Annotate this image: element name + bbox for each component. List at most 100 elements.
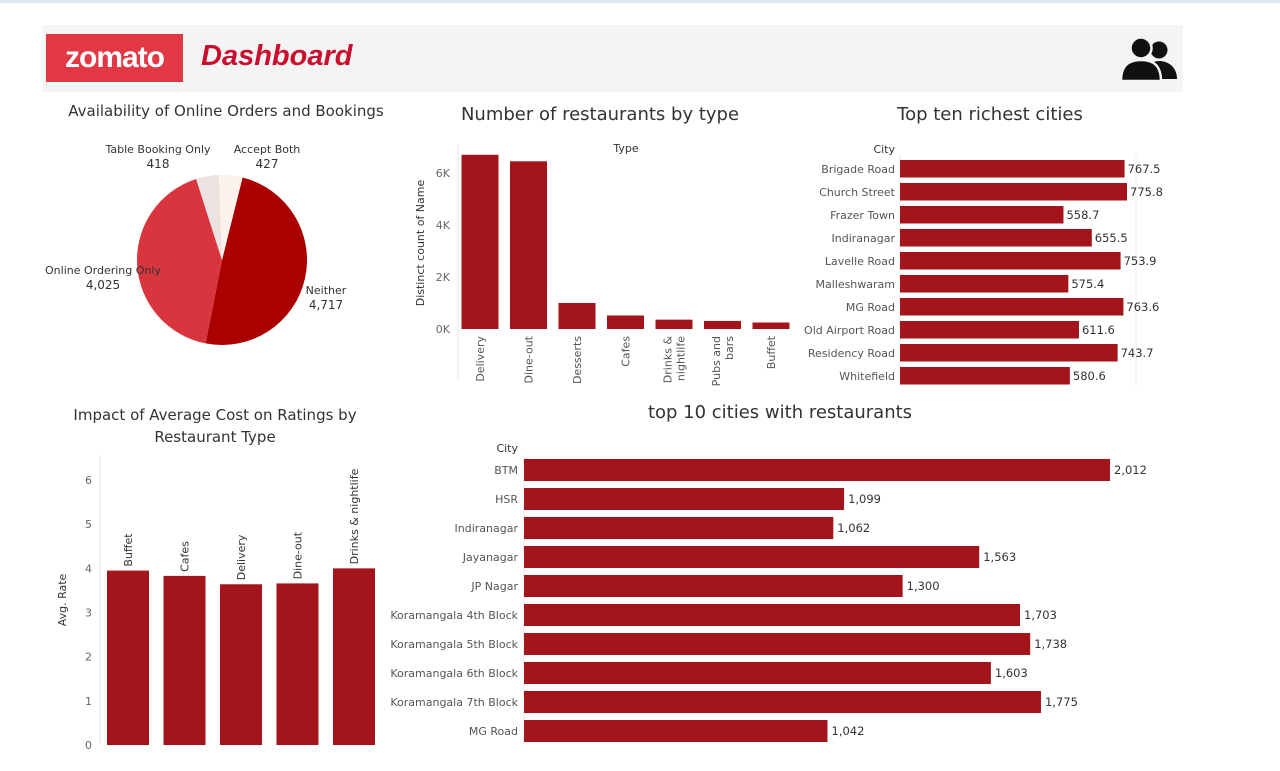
value-label: 1,563 [983, 550, 1016, 564]
bar [524, 488, 845, 510]
x-axis-label: Type [612, 142, 638, 155]
x-tick-label: Dine-out [523, 335, 536, 383]
bar [524, 633, 1031, 655]
category-label: BTM [494, 464, 518, 477]
category-label: MG Road [846, 301, 895, 314]
bar [276, 583, 319, 745]
top-cities-chart: City BTM 2,012 HSR 1,099 Indiranagar 1,062 Jaya… [390, 442, 1147, 745]
x-tick-label: Drinks & [662, 336, 675, 384]
x-tick-label: Buffet [765, 335, 778, 369]
y-tick-label: 1 [85, 695, 92, 708]
category-label: Koramangala 5th Block [390, 638, 518, 651]
dashboard-charts: Neither4,717 Online Ordering Only4,025 Tab… [45, 142, 1163, 752]
category-label: Koramangala 4th Block [390, 609, 518, 622]
bar [900, 344, 1118, 362]
category-label: Lavelle Road [825, 255, 895, 268]
bar [900, 160, 1125, 178]
category-label: HSR [495, 493, 518, 506]
bar [900, 206, 1064, 224]
category-label: Malleshwaram [815, 278, 895, 291]
value-label: 655.5 [1095, 231, 1128, 245]
pie-slice-label: Online Ordering Only [45, 264, 161, 277]
pie-slice-label: Accept Both [234, 143, 301, 156]
y-axis-label: City [496, 442, 518, 455]
category-label: Old Airport Road [804, 324, 895, 337]
pie-slice-label: Neither [306, 284, 347, 297]
bar [900, 367, 1070, 385]
bar [524, 720, 828, 742]
bar [655, 319, 693, 329]
value-label: 1,703 [1024, 608, 1057, 622]
category-label: JP Nagar [470, 580, 518, 593]
value-label: 1,738 [1034, 637, 1067, 651]
bar [524, 546, 980, 568]
category-label: Brigade Road [821, 163, 895, 176]
y-tick-label: 4 [85, 562, 92, 575]
type-bar-chart: Type Distinct count of Name 0K 2K 4K 6K Delive… [414, 142, 790, 386]
bar [163, 575, 206, 745]
y-tick-label: 6 [85, 474, 92, 487]
bar [524, 604, 1021, 626]
bar [461, 154, 499, 329]
bar-category-label: Dine-out [292, 531, 305, 579]
category-label: Residency Road [808, 347, 895, 360]
y-axis-label: City [873, 143, 895, 156]
bar [900, 321, 1079, 339]
category-label: Jayanagar [462, 551, 519, 564]
value-label: 558.7 [1066, 208, 1099, 222]
bar [704, 320, 741, 329]
value-label: 1,603 [995, 666, 1028, 680]
bar-category-label: Drinks & nightlife [348, 468, 361, 564]
y-axis-label: Distinct count of Name [414, 180, 427, 307]
category-label: MG Road [469, 725, 518, 738]
bar [524, 459, 1110, 481]
bar [524, 517, 834, 539]
value-label: 767.5 [1128, 162, 1161, 176]
category-label: Frazer Town [830, 209, 895, 222]
bar [752, 322, 790, 329]
value-label: 1,042 [831, 724, 864, 738]
pie-chart: Neither4,717 Online Ordering Only4,025 Tab… [45, 143, 347, 346]
value-label: 753.9 [1124, 254, 1157, 268]
category-label: Indiranagar [832, 232, 896, 245]
bar [510, 161, 547, 329]
x-tick-label: Cafes [620, 336, 633, 367]
bar-category-label: Buffet [122, 533, 135, 567]
category-label: Church Street [819, 186, 896, 199]
bar [900, 252, 1121, 270]
bar [524, 691, 1041, 713]
bar [900, 298, 1124, 316]
value-label: 775.8 [1130, 185, 1163, 199]
value-label: 1,775 [1045, 695, 1078, 709]
value-label: 1,099 [848, 492, 881, 506]
bar [900, 229, 1092, 247]
value-label: 611.6 [1082, 323, 1115, 337]
value-label: 743.7 [1121, 346, 1154, 360]
category-label: Koramangala 7th Block [390, 696, 518, 709]
y-tick-label: 0K [436, 323, 451, 336]
richest-cities-chart: City Brigade Road 767.5 Church Street 775.8 F… [804, 143, 1163, 386]
value-label: 1,300 [907, 579, 940, 593]
bar [900, 183, 1127, 201]
y-axis-label: Avg. Rate [56, 573, 69, 626]
pie-slice-value: 4,717 [309, 298, 343, 312]
x-tick-label: bars [723, 336, 736, 360]
x-tick-label: Desserts [571, 336, 584, 384]
pie-slice-value: 4,025 [86, 278, 120, 292]
y-tick-label: 0 [85, 739, 92, 752]
y-tick-label: 3 [85, 607, 92, 620]
category-label: Koramangala 6th Block [390, 667, 518, 680]
y-tick-label: 5 [85, 518, 92, 531]
y-tick-label: 2K [436, 271, 451, 284]
y-tick-label: 4K [436, 219, 451, 232]
pie-slice-value: 427 [256, 157, 279, 171]
bar [107, 570, 149, 745]
value-label: 2,012 [1114, 463, 1147, 477]
value-label: 575.4 [1071, 277, 1104, 291]
y-tick-label: 2 [85, 651, 92, 664]
x-tick-label: Delivery [474, 336, 487, 382]
bar [524, 575, 903, 597]
pie-slice-label: Table Booking Only [104, 143, 211, 156]
x-tick-label: nightlife [675, 336, 688, 381]
rating-bar-chart: Avg. Rate 0 1 2 3 4 5 6 Buffet Cafes Delivery Dine-… [56, 455, 375, 752]
